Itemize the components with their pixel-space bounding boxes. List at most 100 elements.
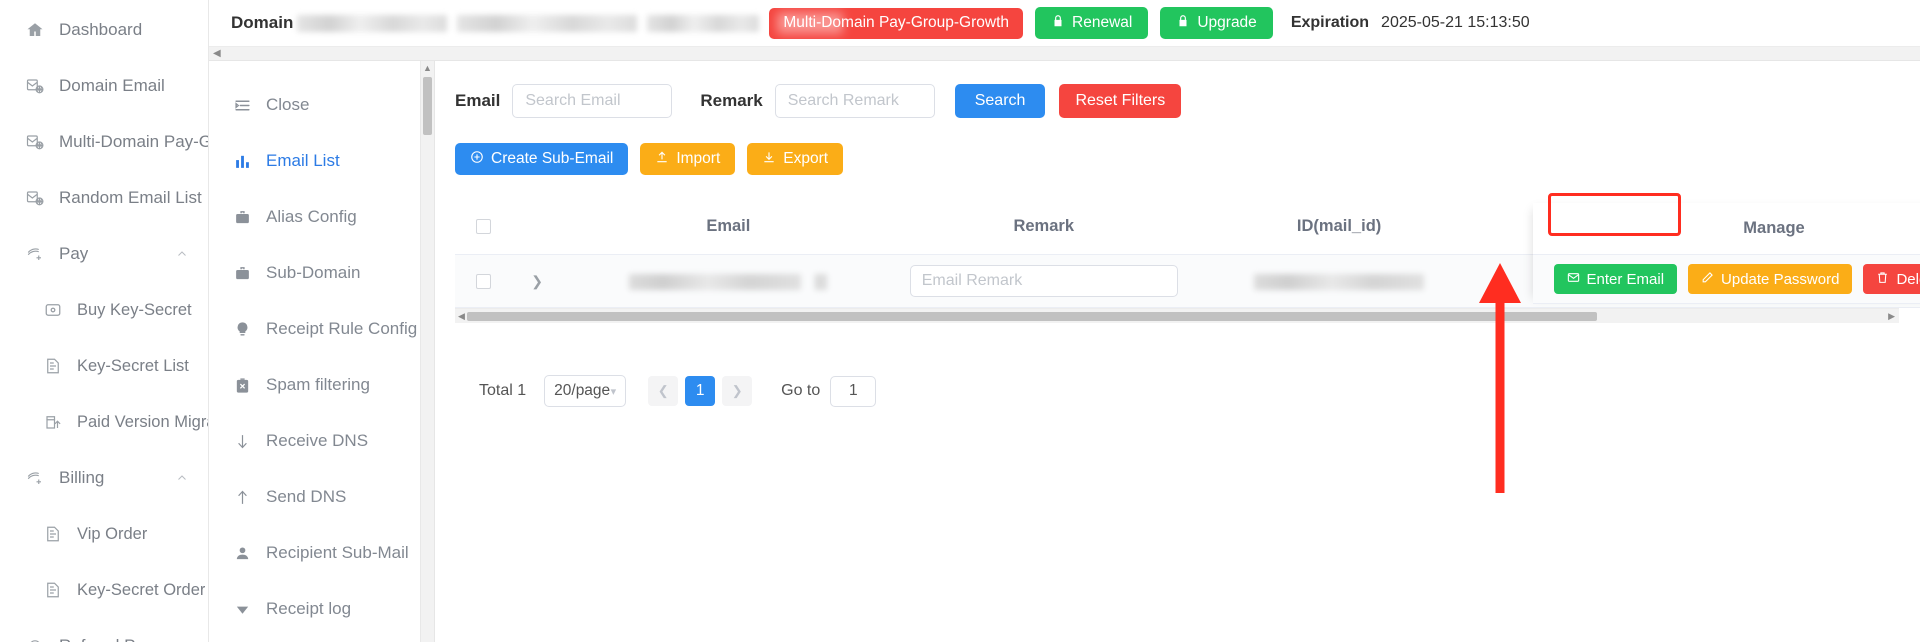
- user-icon: [231, 543, 253, 563]
- growth-plan-button[interactable]: Multi-Domain Pay-Group-Growth: [769, 7, 1024, 39]
- select-all-checkbox[interactable]: [475, 219, 491, 235]
- export-button[interactable]: Export: [747, 143, 844, 175]
- import-button[interactable]: Import: [640, 143, 736, 175]
- sidebar-item-pay[interactable]: Pay: [0, 226, 208, 282]
- chevron-up-icon[interactable]: [176, 248, 188, 260]
- manage-actions-cell: Enter Email Update Password Del: [1533, 255, 1920, 304]
- page-number-1[interactable]: 1: [685, 376, 716, 406]
- sidebar-item-key-secret-order[interactable]: Key-Secret Order: [0, 562, 208, 618]
- content-inner: Email Remark Search Reset Filters: [435, 61, 1920, 642]
- submenu-item-spam-filtering[interactable]: Spam filtering: [209, 357, 420, 413]
- chevron-up-icon[interactable]: [176, 472, 188, 484]
- row-checkbox[interactable]: [475, 274, 491, 290]
- scroll-left-icon[interactable]: ◀: [213, 48, 221, 59]
- pagination: Total 1 20/page ▾ ❮ 1 ❯ Go to: [455, 375, 1920, 407]
- envelope-icon: [1567, 271, 1580, 288]
- export-label: Export: [783, 150, 829, 167]
- sidebar-item-dashboard[interactable]: Dashboard: [0, 2, 208, 58]
- header-email: Email: [563, 203, 894, 255]
- email-filter-label: Email: [455, 91, 501, 110]
- submenu-item-label: Receipt log: [266, 599, 352, 618]
- upgrade-button[interactable]: Upgrade: [1160, 7, 1273, 39]
- row-expand-cell[interactable]: ❯: [511, 254, 564, 308]
- sidebar-item-random-email-list[interactable]: Random Email List: [0, 170, 208, 226]
- domain-topbar: Domain Multi-Domain Pay-Group-Growth Ren…: [209, 0, 1920, 47]
- update-password-label: Update Password: [1721, 270, 1840, 288]
- prev-page-button[interactable]: ❮: [648, 376, 679, 406]
- submenu-item-label: Receipt Rule Config: [266, 319, 418, 338]
- sidebar-item-domain-email[interactable]: Domain Email: [0, 58, 208, 114]
- submenu-item-label: Receive DNS: [266, 431, 369, 450]
- submenu-item-alias-config[interactable]: Alias Config: [209, 189, 420, 245]
- enter-email-button[interactable]: Enter Email: [1553, 264, 1678, 294]
- main-area: Domain Multi-Domain Pay-Group-Growth Ren…: [209, 0, 1920, 642]
- page-size-select[interactable]: 20/page ▾: [544, 375, 627, 407]
- submenu-item-label: Send DNS: [266, 487, 347, 506]
- submenu-item-receipt-rule-config[interactable]: Receipt Rule Config: [209, 301, 420, 357]
- sidebar-item-billing[interactable]: Billing: [0, 450, 208, 506]
- submenu-item-label: Email List: [266, 151, 340, 170]
- upgrade-label: Upgrade: [1197, 14, 1257, 31]
- sidebar-item-label: Dashboard: [59, 20, 143, 39]
- table-scrollbar-thumb[interactable]: [467, 312, 1597, 321]
- domain-email-icon: [24, 76, 45, 97]
- sidebar-item-label: Domain Email: [59, 76, 165, 95]
- next-page-button[interactable]: ❯: [722, 376, 753, 406]
- search-button[interactable]: Search: [954, 84, 1046, 118]
- reset-filters-button[interactable]: Reset Filters: [1059, 84, 1182, 118]
- action-bar: Create Sub-Email Import Export: [455, 143, 1920, 175]
- submenu-item-receive-dns[interactable]: Receive DNS: [209, 413, 420, 469]
- masked-domain-value-1: [297, 14, 448, 32]
- scroll-up-icon[interactable]: ▲: [423, 64, 432, 73]
- search-remark-input[interactable]: [774, 84, 935, 118]
- submenu-item-close[interactable]: Close: [209, 77, 420, 133]
- submenu-item-email-list[interactable]: Email List: [209, 133, 420, 189]
- lock-icon: [1051, 14, 1065, 33]
- renewal-button[interactable]: Renewal: [1035, 7, 1149, 39]
- sidebar-item-multi-domain-pay-group[interactable]: Multi-Domain Pay-Group: [0, 114, 208, 170]
- row-remark-input[interactable]: [909, 265, 1178, 297]
- sidebar-item-vip-order[interactable]: Vip Order: [0, 506, 208, 562]
- masked-email-value: [629, 273, 802, 290]
- filter-bar: Email Remark Search Reset Filters: [455, 83, 1920, 119]
- collapse-menu-icon: [231, 95, 253, 115]
- delete-email-button[interactable]: Delete Email: [1863, 264, 1920, 294]
- content-vertical-scrollbar[interactable]: ▲: [421, 61, 435, 642]
- sidebar-item-referral-program[interactable]: Referral Program: [0, 618, 208, 642]
- search-email-input[interactable]: [512, 84, 673, 118]
- submenu-item-sub-domain[interactable]: Sub-Domain: [209, 245, 420, 301]
- page-horizontal-scrollbar[interactable]: ◀ ▶: [209, 47, 1920, 61]
- manage-column: Manage Enter Email Update Password Del: [1533, 193, 1920, 304]
- lock-icon: [1176, 14, 1190, 33]
- create-sub-email-button[interactable]: Create Sub-Email: [455, 143, 629, 175]
- body-row: Close Email List Alias Config Sub-Domain…: [209, 61, 1920, 642]
- scrollbar-thumb[interactable]: [423, 77, 432, 135]
- chevron-right-icon[interactable]: ❯: [531, 273, 543, 289]
- secondary-sidebar: Close Email List Alias Config Sub-Domain…: [209, 61, 421, 642]
- submenu-item-receipt-log[interactable]: Receipt log: [209, 581, 420, 637]
- create-sub-email-label: Create Sub-Email: [491, 150, 614, 167]
- submenu-item-label: Recipient Sub-Mail: [266, 543, 409, 562]
- sidebar-item-key-secret-list[interactable]: Key-Secret List: [0, 338, 208, 394]
- table-scroll-right-icon[interactable]: ▶: [1888, 311, 1895, 321]
- table-scroll-left-icon[interactable]: ◀: [458, 311, 465, 321]
- triangle-down-icon: [231, 599, 253, 619]
- masked-mail-id-value: [1254, 273, 1425, 290]
- domain-label: Domain: [231, 13, 294, 32]
- submenu-item-label: Sub-Domain: [266, 263, 361, 282]
- update-password-button[interactable]: Update Password: [1688, 264, 1853, 294]
- sidebar-item-buy-key-secret[interactable]: Buy Key-Secret: [0, 282, 208, 338]
- row-select-cell: [455, 254, 512, 308]
- download-icon: [762, 150, 776, 169]
- submenu-item-send-dns[interactable]: Send DNS: [209, 469, 420, 525]
- submenu-item-recipient-sub-mail[interactable]: Recipient Sub-Mail: [209, 525, 420, 581]
- goto-page-input[interactable]: [830, 375, 877, 407]
- upload-box-icon: [42, 412, 63, 433]
- table-horizontal-scrollbar[interactable]: ◀ ▶: [455, 308, 1899, 323]
- header-mail-id: ID(mail_id): [1193, 203, 1485, 255]
- expand-header: [511, 203, 564, 255]
- pagination-total: Total 1: [479, 382, 527, 399]
- list-doc-icon: [42, 356, 63, 377]
- sidebar-item-paid-version-migration[interactable]: Paid Version Migration: [0, 394, 208, 450]
- sidebar-item-label: Vip Order: [77, 524, 148, 543]
